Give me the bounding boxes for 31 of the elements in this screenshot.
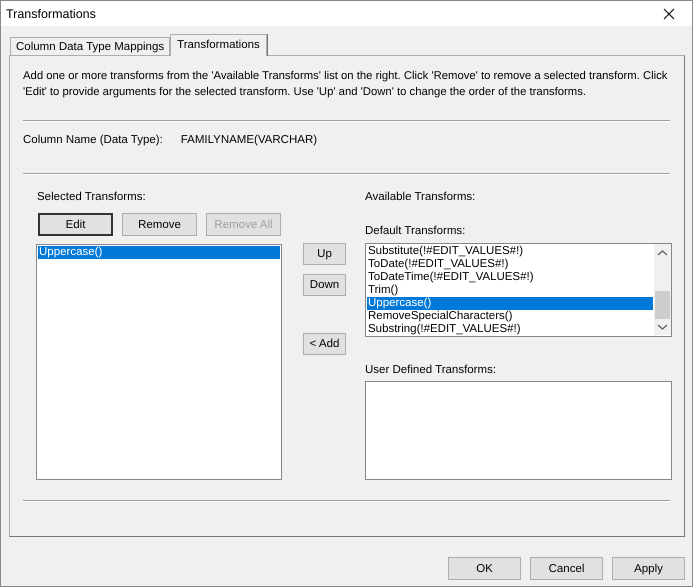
available-transforms-label: Available Transforms: bbox=[365, 191, 476, 203]
selected-transforms-label: Selected Transforms: bbox=[37, 191, 147, 203]
list-item[interactable]: Substitute(!#EDIT_VALUES#!) bbox=[367, 245, 653, 258]
tab[interactable]: Column Data Type Mappings bbox=[10, 37, 170, 56]
tab[interactable]: Transformations bbox=[170, 34, 267, 56]
dialog-button[interactable]: Cancel bbox=[530, 557, 603, 580]
order-button[interactable]: Down bbox=[303, 274, 346, 296]
scrollbar[interactable] bbox=[654, 244, 671, 335]
column-name-value: FAMILYNAME(VARCHAR) bbox=[180, 134, 318, 146]
default-transforms-list[interactable]: Substitute(!#EDIT_VALUES#!) ToDate(!#EDIT_VALUES#!) ToDateTime(!#EDIT_VALUES#!) Trim() Uppercase() RemoveSpecialCharacters() Substring(!#EDIT_VALUES#!) bbox=[365, 243, 672, 337]
dialog-button[interactable]: OK bbox=[448, 557, 521, 580]
list-item[interactable]: Substring(!#EDIT_VALUES#!) bbox=[367, 323, 653, 336]
window-title: Transformations bbox=[6, 6, 96, 20]
add-button[interactable]: < Add bbox=[303, 333, 346, 355]
user-defined-transforms-list[interactable] bbox=[365, 381, 672, 480]
list-item[interactable]: Uppercase() bbox=[38, 246, 280, 259]
dialog-button[interactable]: Apply bbox=[612, 557, 685, 580]
list-item[interactable]: RemoveSpecialCharacters() bbox=[367, 310, 653, 323]
close-icon bbox=[663, 8, 675, 20]
selected-transforms-list[interactable]: Uppercase() bbox=[36, 244, 282, 480]
instructions-text: Add one or more transforms from the 'Available Transforms' list on the right. Click 'Remove' to remove a selected transform. Click 'Edit' to provide arguments for the selected transform. Use 'Up' and 'Down' to change the order of the transforms. bbox=[23, 69, 668, 100]
list-item[interactable]: Trim() bbox=[367, 284, 653, 297]
order-button[interactable]: Up bbox=[303, 243, 346, 265]
user-defined-transforms-label: User Defined Transforms: bbox=[365, 364, 498, 376]
list-item[interactable]: ToDateTime(!#EDIT_VALUES#!) bbox=[367, 271, 653, 284]
default-transforms-label: Default Transforms: bbox=[365, 225, 466, 237]
list-item[interactable]: ToDate(!#EDIT_VALUES#!) bbox=[367, 258, 653, 271]
list-item[interactable]: Uppercase() bbox=[367, 297, 653, 310]
transform-button[interactable]: Edit bbox=[38, 213, 113, 236]
transform-button[interactable]: Remove bbox=[122, 213, 197, 236]
column-name-label: Column Name (Data Type): bbox=[23, 134, 163, 146]
